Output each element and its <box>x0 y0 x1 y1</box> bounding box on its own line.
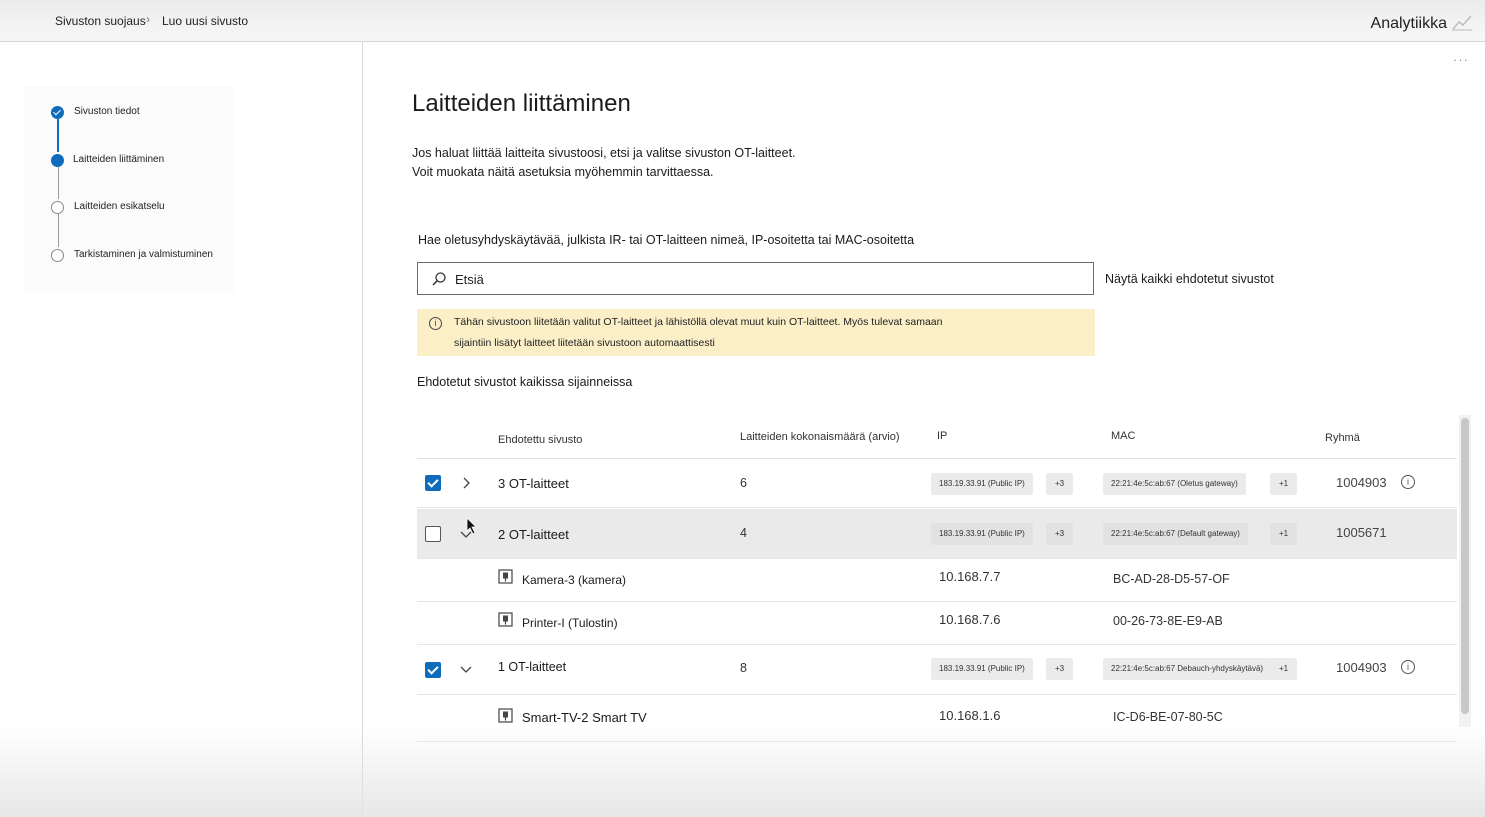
suggested-sites-title: Ehdotetut sivustot kaikissa sijainneissa <box>417 375 633 389</box>
analytics-icon[interactable] <box>1451 12 1473 32</box>
description-line: Voit muokata näitä asetuksia myöhemmin t… <box>412 165 714 179</box>
step-connector <box>57 166 59 199</box>
row-checkbox[interactable] <box>425 526 441 542</box>
ip-more-pill[interactable]: +3 <box>1046 473 1074 495</box>
column-header-mac[interactable]: MAC <box>1111 430 1135 442</box>
breadcrumb-site-security[interactable]: Sivuston suojaus <box>55 14 146 28</box>
column-header-group[interactable]: Ryhmä <box>1325 432 1360 444</box>
device-icon <box>498 708 513 723</box>
device-mac: IC-D6-BE-07-80-5C <box>1113 710 1223 724</box>
notice-text: sijaintiin lisätyt laitteet liitetään si… <box>454 337 715 349</box>
group-id: 1005671 <box>1336 525 1387 540</box>
device-name: Smart-TV-2 Smart TV <box>522 710 647 725</box>
step-review-finish[interactable]: Tarkistaminen ja valmistuminen <box>51 248 251 264</box>
device-row[interactable]: Smart-TV-2 Smart TV 10.168.1.6 IC-D6-BE-… <box>417 696 1457 742</box>
step-preview-devices[interactable]: Laitteiden esikatselu <box>51 200 251 216</box>
step-label: Laitteiden liittäminen <box>73 154 165 165</box>
table-row[interactable]: 2 OT-laitteet 4 183.19.33.91 (Public IP)… <box>417 509 1457 559</box>
suggested-sites-table: Ehdotettu sivusto Laitteiden kokonaismää… <box>417 415 1457 767</box>
search-input[interactable] <box>455 269 1055 289</box>
info-icon[interactable]: i <box>1401 475 1415 489</box>
device-name: Printer-I (Tulostin) <box>522 616 618 630</box>
site-name: 2 OT-laitteet <box>498 527 569 542</box>
ip-pill: 183.19.33.91 (Public IP) <box>931 523 1033 545</box>
group-id: 1004903 <box>1336 660 1387 675</box>
table-row[interactable]: 1 OT-laitteet 8 183.19.33.91 (Public IP)… <box>417 646 1457 695</box>
group-id: 1004903 <box>1336 475 1387 490</box>
table-row[interactable]: 3 OT-laitteet 6 183.19.33.91 (Public IP)… <box>417 459 1457 508</box>
step-pending-icon <box>51 201 64 214</box>
step-label: Sivuston tiedot <box>74 106 140 117</box>
column-header-ip[interactable]: IP <box>937 430 947 442</box>
device-icon <box>498 612 513 627</box>
main-content: Laitteiden liittäminen Jos haluat liittä… <box>364 42 1485 817</box>
description-line: Jos haluat liittää laitteita sivustoosi,… <box>412 146 796 160</box>
ip-pill: 183.19.33.91 (Public IP) <box>931 658 1033 680</box>
search-box[interactable] <box>417 262 1094 295</box>
breadcrumb-separator: › <box>146 12 150 26</box>
mac-more-pill[interactable]: +1 <box>1270 658 1298 680</box>
search-label: Hae oletusyhdyskäytävää, julkista IR- ta… <box>418 233 915 247</box>
step-pending-icon <box>51 249 64 262</box>
search-icon <box>432 272 446 286</box>
step-current-icon <box>51 154 64 167</box>
mac-pill: 22:21:4e:5c:ab:67 Debauch-yhdyskäytävä) <box>1103 658 1272 680</box>
device-count: 6 <box>740 476 747 490</box>
row-checkbox[interactable] <box>425 662 441 678</box>
ip-pill: 183.19.33.91 (Public IP) <box>931 473 1033 495</box>
ip-more-pill[interactable]: +3 <box>1046 658 1074 680</box>
device-ip: 10.168.1.6 <box>939 708 1001 723</box>
column-header-count[interactable]: Laitteiden kokonaismäärä (arvio) <box>740 431 900 443</box>
ip-more-pill[interactable]: +3 <box>1046 523 1074 545</box>
show-all-suggested-link[interactable]: Näytä kaikki ehdotetut sivustot <box>1105 272 1274 286</box>
device-mac: BC-AD-28-D5-57-OF <box>1113 572 1230 586</box>
step-done-check-icon <box>51 106 64 119</box>
page-title: Laitteiden liittäminen <box>412 90 631 117</box>
mac-more-pill[interactable]: +1 <box>1270 473 1298 495</box>
device-count: 8 <box>740 661 747 675</box>
column-header-site[interactable]: Ehdotettu sivusto <box>498 434 582 446</box>
site-name: 3 OT-laitteet <box>498 476 569 491</box>
device-name: Kamera-3 (kamera) <box>522 573 627 587</box>
device-count: 4 <box>740 526 747 540</box>
table-scrollbar-thumb[interactable] <box>1461 418 1469 714</box>
mac-pill: 22:21:4e:5c:ab:67 (Default gateway) <box>1103 523 1248 545</box>
breadcrumb-create-site[interactable]: Luo uusi sivusto <box>162 14 248 28</box>
device-ip: 10.168.7.7 <box>939 569 1001 584</box>
device-ip: 10.168.7.6 <box>939 612 1001 627</box>
info-icon: i <box>429 317 442 330</box>
info-icon[interactable]: i <box>1401 660 1415 674</box>
chevron-right-icon[interactable] <box>459 476 473 490</box>
analytics-link[interactable]: Analytiikka <box>1371 15 1447 33</box>
step-connect-devices[interactable]: Laitteiden liittäminen <box>51 153 251 169</box>
step-site-details[interactable]: Sivuston tiedot <box>51 105 251 121</box>
top-bar: Sivuston suojaus › Luo uusi sivusto Anal… <box>0 0 1485 42</box>
step-connector <box>57 214 59 247</box>
mac-pill: 22:21:4e:5c:ab:67 (Oletus gateway) <box>1103 473 1246 495</box>
mac-more-pill[interactable]: +1 <box>1270 523 1298 545</box>
site-name: 1 OT-laitteet <box>498 660 567 674</box>
chevron-down-icon[interactable] <box>459 662 473 676</box>
step-label: Tarkistaminen ja valmistuminen <box>74 249 213 260</box>
info-notice: i Tähän sivustoon liitetään valitut OT-l… <box>417 309 1095 356</box>
row-checkbox[interactable] <box>425 475 441 491</box>
mouse-cursor-icon <box>466 517 477 535</box>
step-label: Laitteiden esikatselu <box>74 201 165 212</box>
device-row[interactable]: Printer-I (Tulostin) 10.168.7.6 00-26-73… <box>417 603 1457 645</box>
step-connector <box>57 119 59 152</box>
device-row[interactable]: Kamera-3 (kamera) 10.168.7.7 BC-AD-28-D5… <box>417 560 1457 602</box>
device-icon <box>498 569 513 584</box>
device-mac: 00-26-73-8E-E9-AB <box>1113 614 1223 628</box>
notice-text: Tähän sivustoon liitetään valitut OT-lai… <box>454 316 943 328</box>
